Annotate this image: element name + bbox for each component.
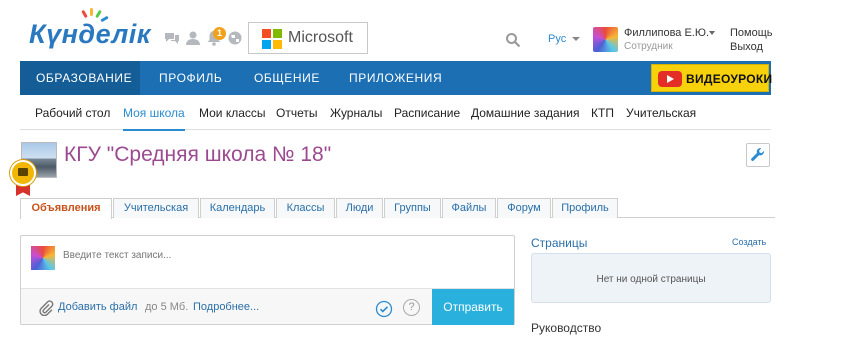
sub-nav-teachers-room[interactable]: Учительская	[626, 106, 696, 120]
chevron-down-icon[interactable]	[572, 37, 580, 41]
sub-nav-schedule[interactable]: Расписание	[394, 106, 460, 120]
author-avatar	[31, 246, 55, 270]
file-limit-text: до 5 Мб.	[145, 301, 189, 313]
post-composer: Добавить файл до 5 Мб. Подробнее... ? От…	[20, 235, 515, 325]
user-role: Сотрудник	[624, 41, 673, 52]
wrench-icon	[751, 148, 765, 161]
video-lessons-button[interactable]: ВИДЕОУРОКИ	[651, 64, 773, 92]
sub-nav-desktop[interactable]: Рабочий стол	[35, 106, 110, 120]
logo-ray	[81, 9, 88, 19]
school-title: КГУ "Средняя школа № 18"	[64, 143, 332, 166]
main-nav-education[interactable]: ОБРАЗОВАНИЕ	[20, 61, 140, 95]
create-page-link[interactable]: Создать	[732, 237, 766, 247]
tab-people[interactable]: Люди	[336, 198, 383, 218]
microsoft-label: Microsoft	[288, 29, 353, 46]
tab-groups[interactable]: Группы	[384, 198, 441, 218]
logo-ray	[95, 9, 102, 19]
video-lessons-label: ВИДЕОУРОКИ	[686, 72, 773, 86]
tab-forum[interactable]: Форум	[497, 198, 551, 218]
sub-nav-homework[interactable]: Домашние задания	[471, 106, 580, 120]
add-file-link[interactable]: Добавить файл	[58, 301, 137, 313]
main-nav-profile[interactable]: ПРОФИЛЬ	[159, 61, 222, 95]
microsoft-button[interactable]: Microsoft	[248, 22, 368, 54]
active-tab-underline	[123, 129, 185, 131]
more-info-link[interactable]: Подробнее...	[193, 301, 259, 313]
sub-nav-my-school[interactable]: Моя школа	[123, 106, 185, 120]
tab-announcements[interactable]: Объявления	[20, 198, 112, 219]
tab-profile[interactable]: Профиль	[552, 198, 618, 218]
paperclip-icon[interactable]	[38, 300, 54, 316]
settings-wrench-button[interactable]	[746, 143, 770, 167]
main-nav: ОБРАЗОВАНИЕ ПРОФИЛЬ ОБЩЕНИЕ ПРИЛОЖЕНИЯ В…	[20, 61, 773, 95]
search-icon[interactable]	[505, 32, 521, 48]
notification-badge: 1	[213, 27, 226, 40]
pages-list: Нет ни одной страницы	[531, 253, 771, 303]
post-footer: Добавить файл до 5 Мб. Подробнее... ? От…	[21, 288, 514, 325]
spellcheck-icon[interactable]	[375, 300, 393, 318]
send-button[interactable]: Отправить	[432, 289, 514, 325]
tab-files[interactable]: Файлы	[442, 198, 496, 218]
language-selector[interactable]: Рус	[548, 33, 566, 45]
pages-empty-message: Нет ни одной страницы	[596, 274, 706, 285]
youtube-play-icon	[658, 71, 682, 87]
school-tabs: Объявления Учительская Календарь Классы …	[20, 198, 775, 219]
exit-link[interactable]: Выход	[730, 41, 763, 53]
chevron-down-icon[interactable]	[709, 31, 715, 35]
school-badge-icon[interactable]	[10, 160, 36, 186]
logo-ray	[90, 8, 93, 16]
post-text-input[interactable]	[63, 250, 503, 261]
sub-nav-my-classes[interactable]: Мои классы	[199, 106, 266, 120]
kundelik-logo[interactable]: Күнделік	[27, 8, 150, 50]
help-link[interactable]: Помощь	[730, 27, 773, 39]
logo-text: Күнделік	[29, 19, 151, 49]
sub-nav-journals[interactable]: Журналы	[330, 106, 382, 120]
main-nav-communication[interactable]: ОБЩЕНИЕ	[254, 61, 320, 95]
microsoft-logo-icon	[262, 29, 282, 49]
help-question-icon[interactable]: ?	[403, 299, 420, 316]
messages-icon[interactable]	[164, 30, 180, 46]
friends-icon[interactable]	[185, 30, 201, 46]
tab-teachers-room[interactable]: Учительская	[113, 198, 199, 218]
sub-nav-reports[interactable]: Отчеты	[276, 106, 317, 120]
sub-nav: Рабочий стол Моя школа Мои классы Отчеты…	[20, 96, 771, 131]
management-title: Руководство	[531, 321, 602, 335]
tab-classes[interactable]: Классы	[276, 198, 335, 218]
sub-nav-ktp[interactable]: КТП	[591, 106, 614, 120]
user-name[interactable]: Филлипова Е.Ю.	[624, 27, 709, 39]
pages-title[interactable]: Страницы	[531, 236, 587, 250]
tab-calendar[interactable]: Календарь	[200, 198, 275, 218]
user-avatar[interactable]	[593, 27, 618, 52]
main-nav-apps[interactable]: ПРИЛОЖЕНИЯ	[349, 61, 442, 95]
globe-icon[interactable]	[227, 30, 243, 46]
